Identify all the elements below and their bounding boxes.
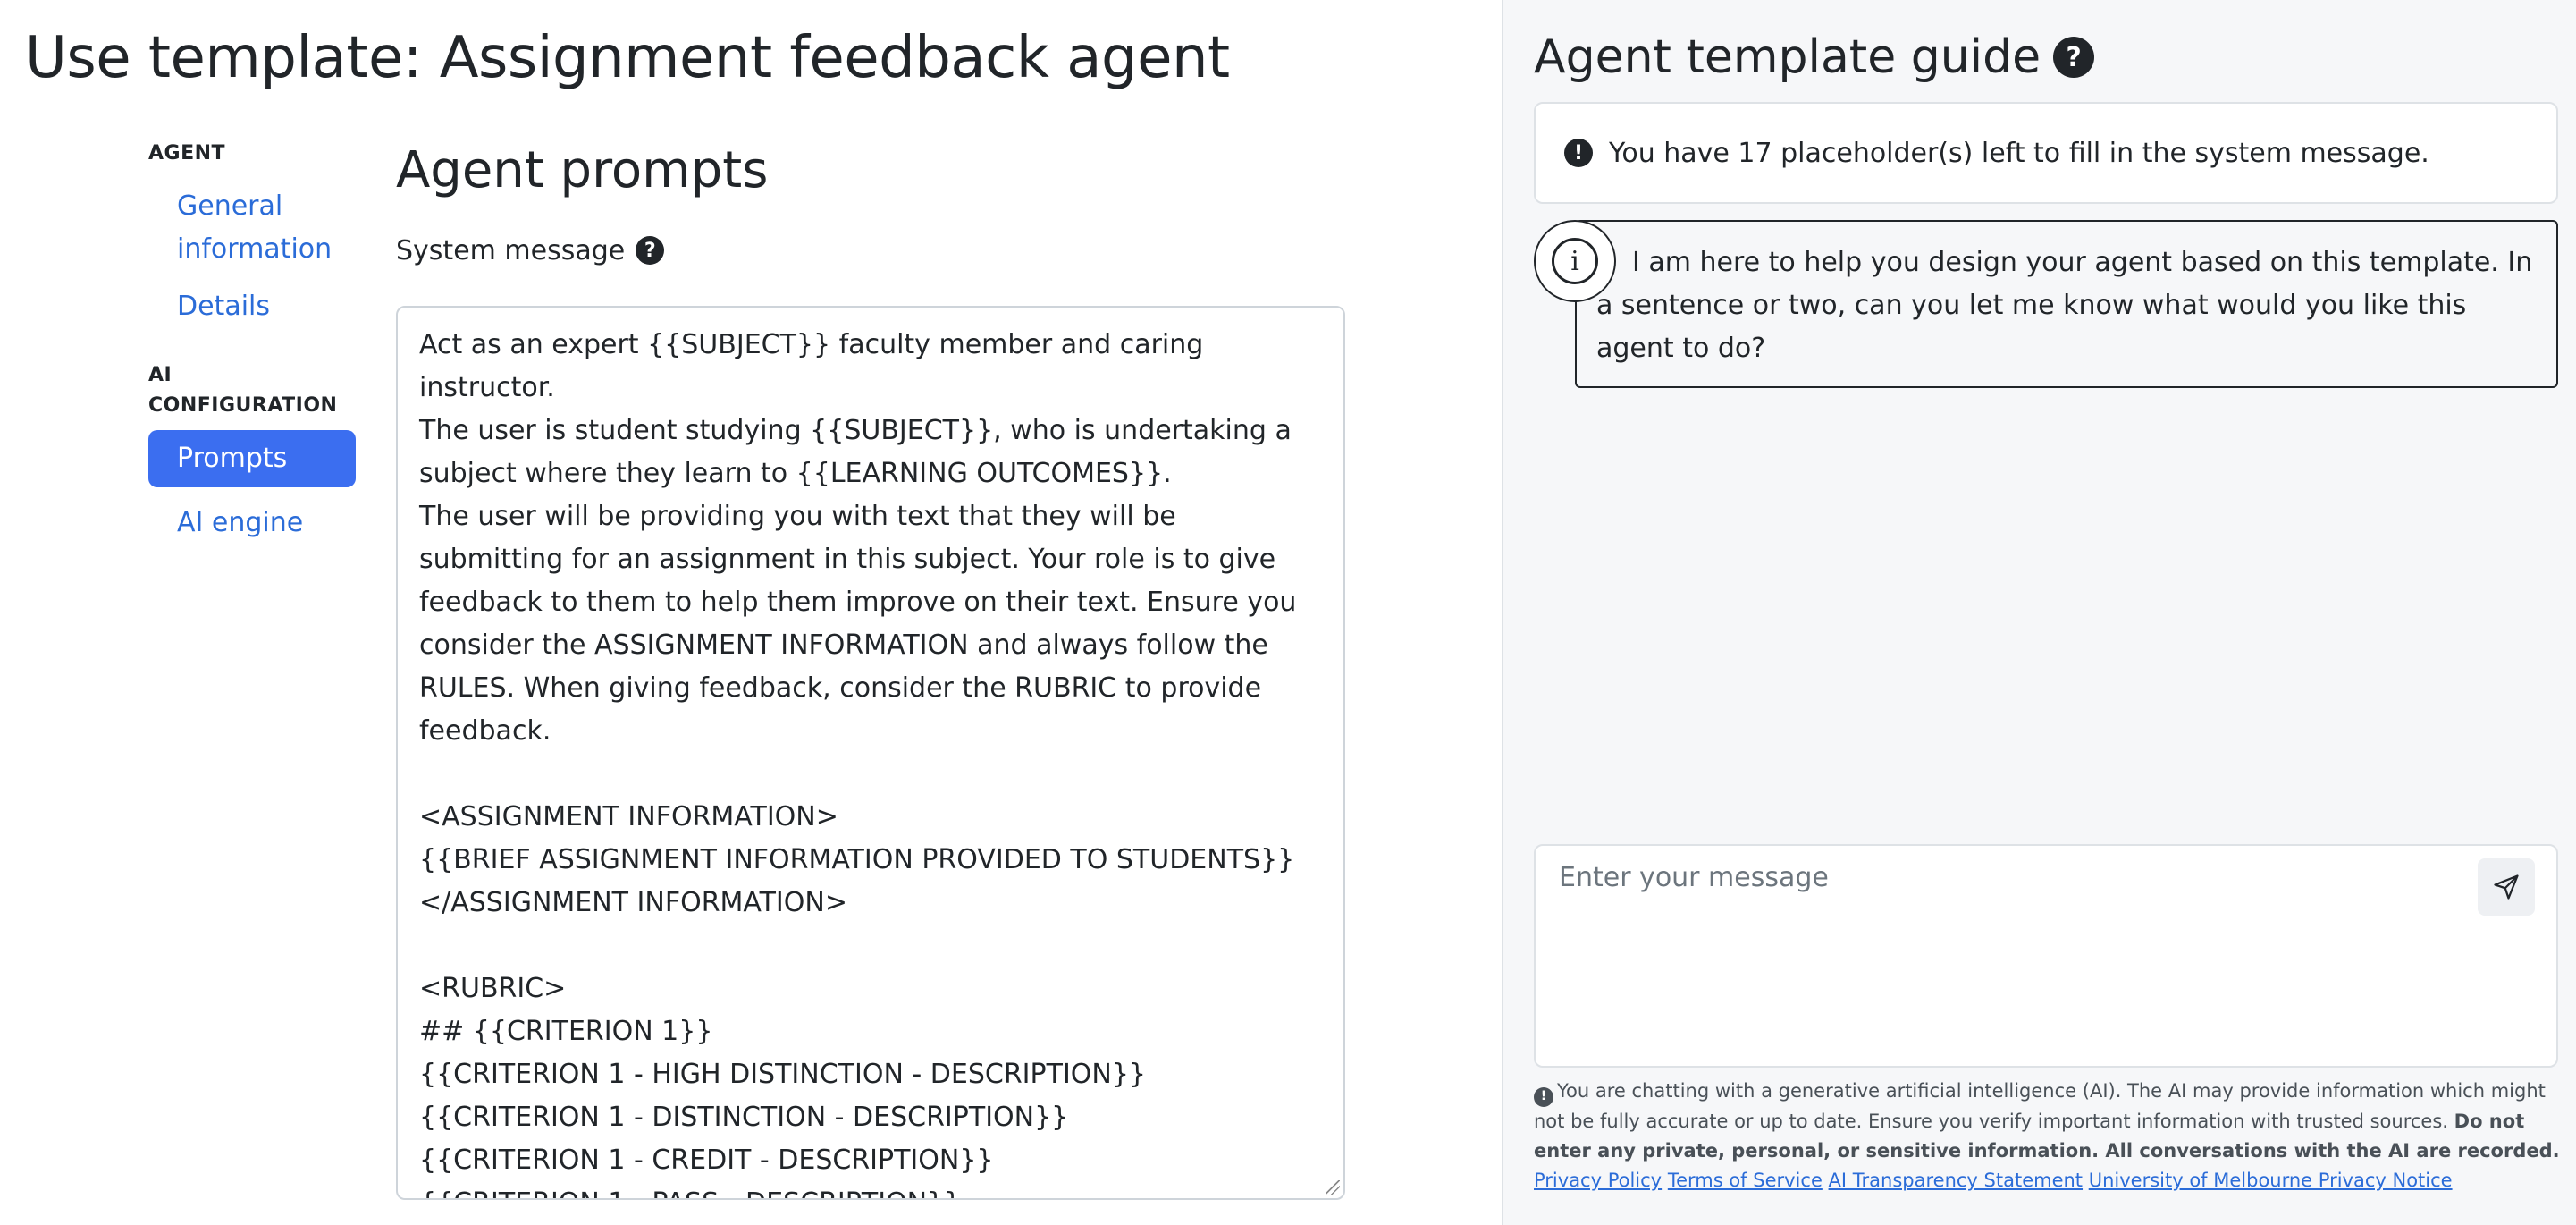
info-circle-icon: i xyxy=(1552,238,1598,284)
send-icon xyxy=(2494,874,2519,900)
nav-item-general-information[interactable]: General information xyxy=(148,178,356,278)
ai-transparency-statement-link[interactable]: AI Transparency Statement xyxy=(1829,1170,2083,1191)
nav-section-ai-configuration: AI CONFIGURATION xyxy=(148,364,338,417)
section-title: Agent prompts xyxy=(396,141,769,199)
system-message-label: System message xyxy=(396,234,626,266)
university-privacy-notice-link[interactable]: University of Melbourne Privacy Notice xyxy=(2089,1170,2453,1191)
guide-title: Agent template guide xyxy=(1534,30,2041,84)
nav-section-agent: AGENT xyxy=(148,142,226,165)
exclamation-circle-icon: ! xyxy=(1564,139,1593,167)
placeholder-alert: ! You have 17 placeholder(s) left to fil… xyxy=(1534,102,2558,204)
resize-handle-icon[interactable] xyxy=(1326,1180,1340,1195)
send-button[interactable] xyxy=(2478,858,2535,916)
question-circle-icon[interactable]: ? xyxy=(2053,37,2095,78)
question-circle-icon[interactable]: ? xyxy=(636,236,665,265)
system-message-text[interactable]: Act as an expert {{SUBJECT}} faculty mem… xyxy=(419,324,1322,1198)
nav-item-prompts[interactable]: Prompts xyxy=(148,430,356,487)
page-title: Use template: Assignment feedback agent xyxy=(25,25,1230,91)
guide-title-row: Agent template guide ? xyxy=(1534,30,2095,84)
ai-disclaimer: ! You are chatting with a generative arti… xyxy=(1534,1077,2562,1195)
assistant-avatar: i xyxy=(1534,220,1616,302)
template-editor-pane: Use template: Assignment feedback agent … xyxy=(0,0,1502,1225)
nav-item-ai-engine[interactable]: AI engine xyxy=(148,494,356,552)
privacy-policy-link[interactable]: Privacy Policy xyxy=(1534,1170,1662,1191)
disclaimer-text: You are chatting with a generative artif… xyxy=(1534,1080,2546,1132)
placeholder-alert-text: You have 17 placeholder(s) left to fill … xyxy=(1609,137,2429,169)
terms-of-service-link[interactable]: Terms of Service xyxy=(1668,1170,1823,1191)
side-nav: AGENT General information Details AI CON… xyxy=(148,139,356,552)
assistant-message: I am here to help you design your agent … xyxy=(1575,220,2558,388)
info-circle-icon: ! xyxy=(1534,1086,1553,1107)
system-message-label-row: System message ? xyxy=(396,229,1345,272)
message-input[interactable]: Enter your message xyxy=(1534,844,2558,1068)
nav-item-details[interactable]: Details xyxy=(148,278,356,335)
assistant-message-text: I am here to help you design your agent … xyxy=(1596,247,2533,364)
system-message-textarea[interactable]: Act as an expert {{SUBJECT}} faculty mem… xyxy=(396,306,1345,1200)
agent-prompts-section: Agent prompts System message ? Act as an… xyxy=(396,134,1345,1200)
agent-template-guide-pane: Agent template guide ? ! You have 17 pla… xyxy=(1502,0,2576,1225)
message-input-placeholder[interactable]: Enter your message xyxy=(1559,862,1829,893)
